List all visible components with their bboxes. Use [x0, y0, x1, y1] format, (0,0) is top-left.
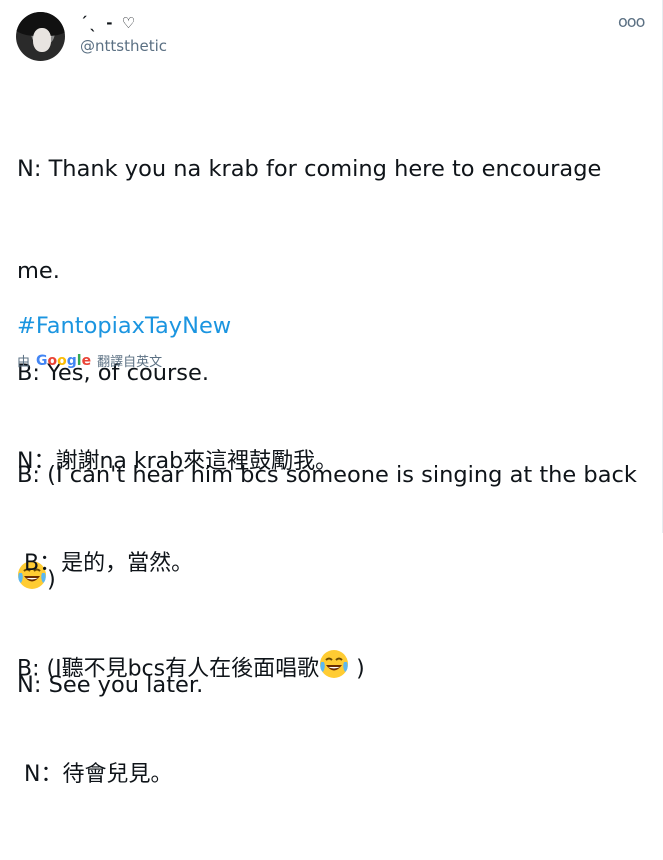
translated-line: )	[349, 656, 365, 682]
translated-line: N：待會兒見。	[17, 762, 173, 787]
more-options-icon[interactable]: ooo	[618, 12, 645, 31]
translated-line-emoji: B: (I聽不見bcs有人在後面唱歌 )	[17, 649, 642, 690]
translate-label: 翻譯自	[97, 355, 137, 370]
google-logo-icon: Google	[36, 352, 92, 369]
user-handle[interactable]: @nttsthetic	[80, 37, 167, 55]
translate-language: 英文	[136, 355, 163, 370]
tweet-card: ˊˎ - ♡ @nttsthetic ooo N: Thank you na k…	[0, 0, 663, 787]
avatar[interactable]	[16, 12, 65, 61]
translate-prefix: 由	[17, 355, 31, 370]
laughing-crying-emoji-icon	[319, 649, 349, 690]
hashtag-link[interactable]: #FantopiaxTayNew	[17, 313, 231, 339]
translation-attribution[interactable]: 由 Google 翻譯自 英文	[17, 351, 163, 371]
tweet-line: N: Thank you na krab for coming here to …	[17, 156, 602, 182]
translated-line: B：是的，當然。	[17, 551, 194, 576]
translated-line: N：謝謝na krab來這裡鼓勵我。	[17, 449, 338, 474]
avatar-face	[33, 28, 51, 52]
tweet-line: me.	[17, 258, 60, 284]
display-name[interactable]: ˊˎ - ♡	[80, 14, 137, 32]
translated-text: N：謝謝na krab來這裡鼓勵我。 B：是的，當然。 B: (I聽不見bcs有…	[17, 377, 642, 860]
translated-line: B: (I聽不見bcs有人在後面唱歌	[17, 656, 320, 682]
